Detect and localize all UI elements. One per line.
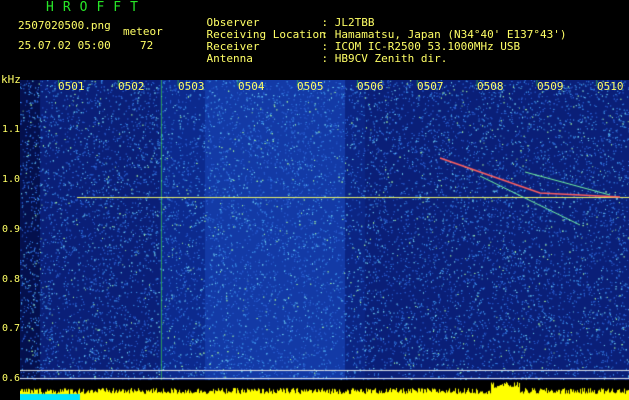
x-tick-0509: 0509: [537, 80, 564, 93]
y-tick-0-6: 0.6: [2, 373, 21, 384]
hrofft-window: HROFFT 2507020500.png meteor 25.07.02 05…: [0, 0, 629, 400]
info-row-antenna: Antenna : HB9CV Zenith dir.: [180, 41, 448, 77]
x-tick-0502: 0502: [118, 80, 145, 93]
x-tick-0505: 0505: [297, 80, 324, 93]
x-tick-0501: 0501: [58, 80, 85, 93]
detection-mode: meteor: [123, 25, 163, 38]
x-tick-0508: 0508: [477, 80, 504, 93]
file-name: 2507020500.png: [18, 19, 111, 32]
y-tick-0-7: 0.7: [2, 323, 21, 334]
y-tick-0-8: 0.8: [2, 274, 21, 285]
y-tick-1-0: 1.0: [2, 174, 21, 185]
y-tick-1-1: 1.1: [2, 124, 21, 135]
timestamp: 25.07.02 05:00: [18, 39, 111, 52]
info-key: Antenna: [206, 52, 253, 65]
x-tick-0503: 0503: [178, 80, 205, 93]
x-tick-0506: 0506: [357, 80, 384, 93]
waterfall-canvas: [20, 80, 629, 400]
x-tick-0510: 0510: [597, 80, 624, 93]
info-value: : HB9CV Zenith dir.: [321, 52, 448, 65]
x-tick-0504: 0504: [238, 80, 265, 93]
app-title: HROFFT: [46, 0, 147, 15]
y-tick-0-9: 0.9: [2, 224, 21, 235]
spectrogram: [20, 80, 629, 400]
meteor-count: 72: [140, 39, 154, 52]
frequency-unit-label: kHz: [1, 73, 21, 86]
x-tick-0507: 0507: [417, 80, 444, 93]
